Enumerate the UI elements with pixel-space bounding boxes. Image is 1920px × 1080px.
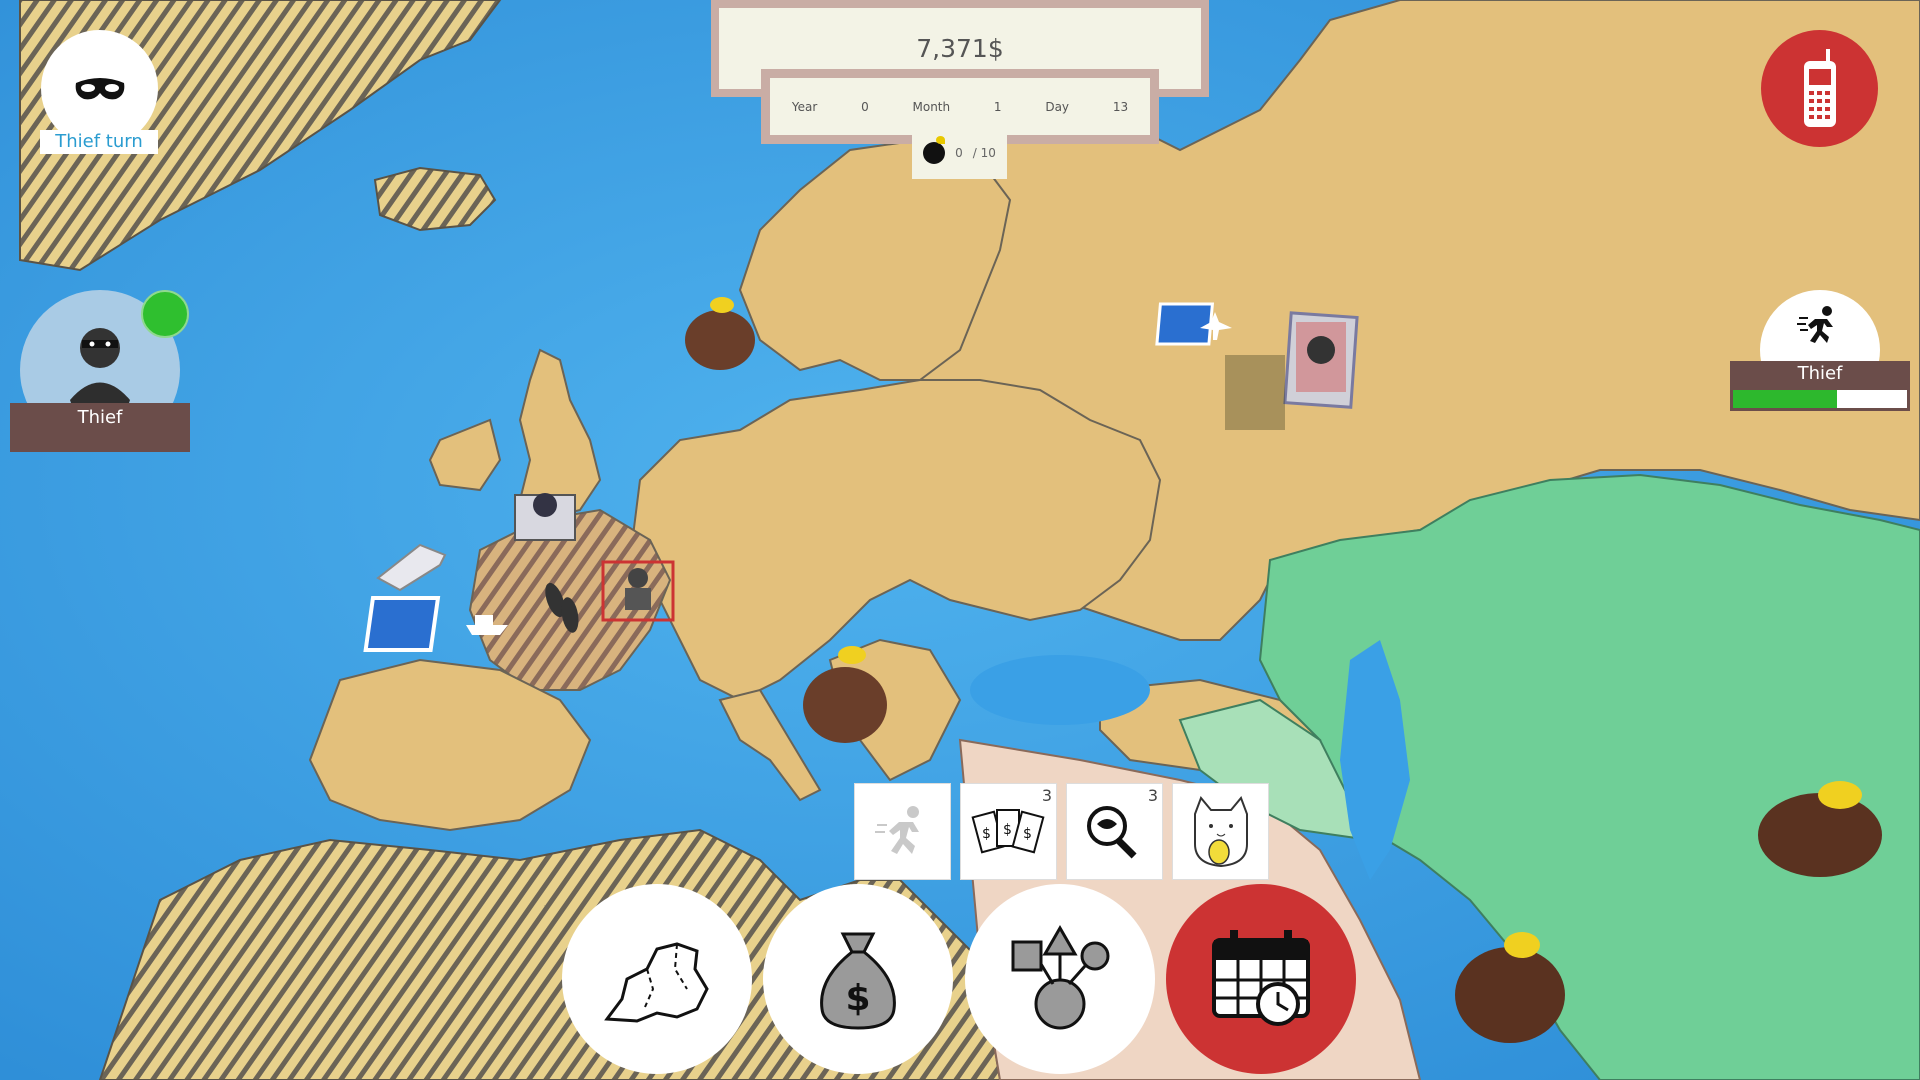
day-value: 13	[1112, 99, 1129, 114]
card-shadow	[1225, 355, 1285, 430]
month-label: Month	[912, 99, 951, 114]
running-icon	[875, 806, 919, 854]
loot-total: / 10	[972, 146, 996, 160]
online-status-indicator	[141, 290, 189, 338]
skills-button[interactable]	[965, 884, 1155, 1074]
svg-text:$: $	[1023, 826, 1032, 842]
running-icon	[1797, 306, 1833, 343]
loot-counter: 0 / 10	[912, 127, 1007, 179]
money-cards-card[interactable]: $ $ $ 3	[961, 784, 1056, 879]
map-icon	[604, 942, 709, 1023]
turn-label: Thief turn	[40, 130, 158, 154]
thief-progress-bar	[1730, 387, 1910, 411]
month-value: 1	[993, 99, 1002, 114]
day-label: Day	[1045, 99, 1070, 114]
mask-icon	[75, 77, 124, 99]
phone-button[interactable]	[1761, 30, 1878, 147]
bomb-icon	[923, 136, 946, 164]
search-card-count: 3	[1147, 786, 1158, 805]
year-value: 0	[861, 99, 869, 114]
loot-collected: 0	[955, 146, 963, 160]
thief-status-label: Thief	[1730, 361, 1910, 387]
thief-character-card	[1283, 311, 1359, 409]
police-car-token	[514, 493, 576, 541]
calendar-button[interactable]	[1166, 884, 1356, 1074]
svg-text:$: $	[982, 826, 991, 842]
calendar-clock-icon	[1212, 930, 1310, 1026]
map-button[interactable]	[562, 884, 752, 1074]
money-bag-icon: $	[820, 932, 896, 1030]
player-name: Thief	[10, 403, 190, 452]
shapes-icon	[1011, 924, 1110, 1030]
lucky-cat-card[interactable]	[1173, 784, 1268, 879]
search-card[interactable]: 3	[1067, 784, 1162, 879]
money-cards-count: 3	[1041, 786, 1052, 805]
money-button[interactable]: $	[763, 884, 953, 1074]
phone-icon	[1803, 48, 1836, 127]
black-sea	[970, 655, 1150, 725]
thief-progress-fill	[1733, 390, 1838, 408]
svg-text:$: $	[1003, 822, 1012, 838]
year-label: Year	[791, 99, 818, 114]
lucky-cat-icon	[1194, 796, 1248, 868]
svg-text:$: $	[845, 978, 870, 1019]
sprint-card[interactable]	[855, 784, 950, 879]
